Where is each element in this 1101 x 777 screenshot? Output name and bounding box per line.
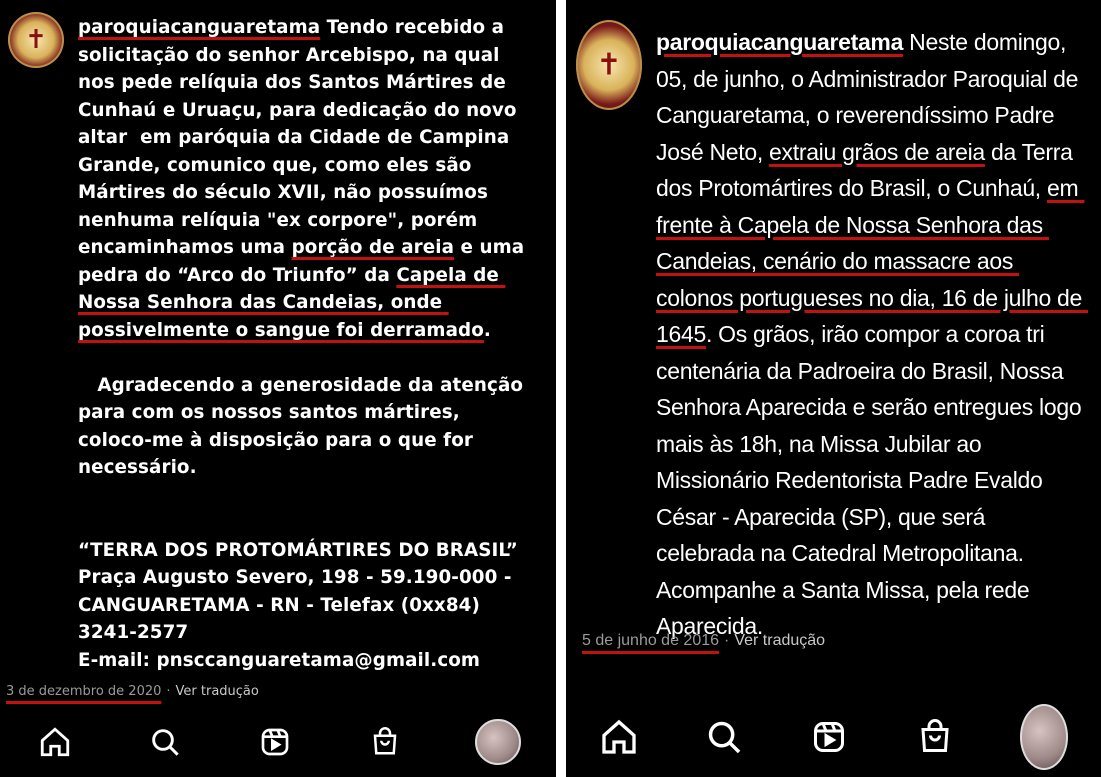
search-icon[interactable] <box>145 722 185 762</box>
post-date: 3 de dezembro de 2020 <box>6 684 162 699</box>
search-icon[interactable] <box>704 717 744 757</box>
post-meta: 3 de dezembro de 2020 · Ver tradução <box>6 684 259 699</box>
separator: · <box>724 632 730 649</box>
shop-icon[interactable] <box>915 717 955 757</box>
post-caption: paroquiacanguaretama Tendo recebido a so… <box>78 14 540 674</box>
username-link[interactable]: paroquiacanguaretama <box>78 17 320 38</box>
shop-icon[interactable] <box>365 722 405 762</box>
left-post-panel: ✝ paroquiacanguaretama Tendo recebido a … <box>0 0 556 777</box>
post-date: 5 de junho de 2016 <box>582 632 720 649</box>
caption-text: Tendo recebido a solicitação do senhor A… <box>78 17 523 258</box>
author-avatar[interactable]: ✝ <box>8 12 64 68</box>
profile-avatar[interactable] <box>475 719 521 765</box>
author-avatar[interactable]: ✝ <box>576 20 642 110</box>
highlighted-text: extraiu grãos de areia <box>769 138 985 165</box>
parish-emblem-icon: ✝ <box>25 25 47 55</box>
home-icon[interactable] <box>35 722 75 762</box>
caption-text: . Os grãos, irão compor a coroa tri cent… <box>656 321 1088 639</box>
caption-paragraph: Agradecendo a generosidade da atenção pa… <box>78 374 530 479</box>
translate-link[interactable]: Ver tradução <box>734 632 825 649</box>
translate-link[interactable]: Ver tradução <box>176 684 259 699</box>
parish-emblem-icon: ✝ <box>596 47 622 83</box>
profile-avatar[interactable] <box>1020 704 1069 770</box>
highlighted-text: porção de areia <box>291 237 455 258</box>
reels-icon[interactable] <box>809 717 849 757</box>
post-meta: 5 de junho de 2016 · Ver tradução <box>582 632 825 650</box>
post-caption: paroquiacanguaretama Neste domingo, 05, … <box>656 24 1086 645</box>
home-icon[interactable] <box>599 717 639 757</box>
bottom-nav <box>566 697 1101 777</box>
username-link[interactable]: paroquiacanguaretama <box>656 29 903 55</box>
right-post-panel: ✝ paroquiacanguaretama Neste domingo, 05… <box>566 0 1101 777</box>
caption-text: . <box>483 319 491 341</box>
separator: · <box>166 684 171 699</box>
reels-icon[interactable] <box>255 722 295 762</box>
caption-signature: “TERRA DOS PROTOMÁRTIRES DO BRASIL” Praç… <box>78 539 518 671</box>
bottom-nav <box>0 707 556 777</box>
